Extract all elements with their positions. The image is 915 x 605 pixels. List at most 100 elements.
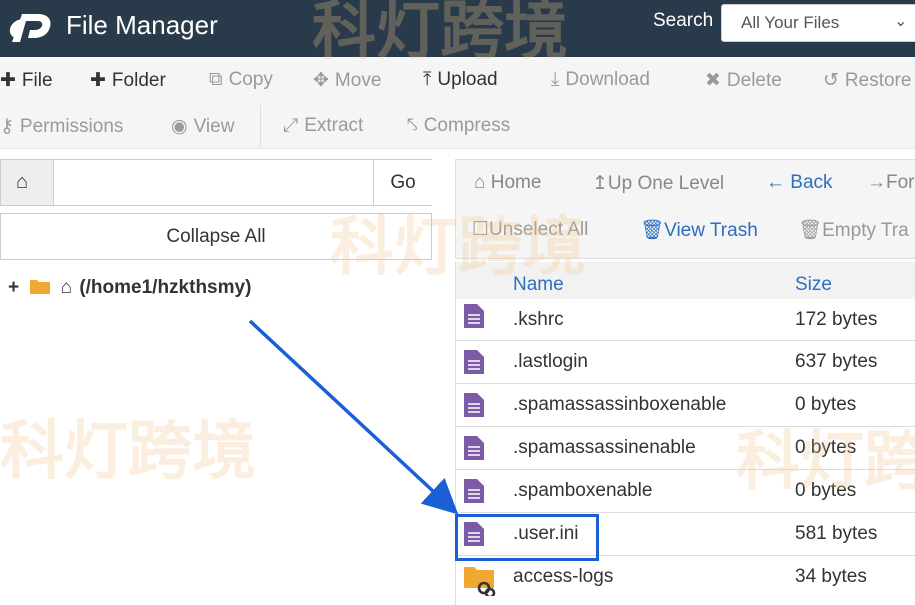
home-icon: ⌂ <box>474 172 486 193</box>
checkbox-icon: ☐ <box>472 219 490 240</box>
file-icon <box>464 304 484 328</box>
back-button[interactable]: ← Back <box>766 172 833 194</box>
top-header: File Manager Search All Your Files ⌄ <box>0 0 915 57</box>
search-scope-value: All Your Files <box>741 13 840 32</box>
file-name: .lastlogin <box>513 351 588 372</box>
copy-icon: ⧉ <box>209 69 223 90</box>
key-icon: ⚷ <box>0 116 14 137</box>
tree-root-label: (/home1/hzkthsmy) <box>79 277 252 298</box>
file-name: .kshrc <box>513 309 564 330</box>
toolbar-secondary: ⚷ Permissions ◉ View ⤢ Extract ⤣ Compress <box>0 103 915 149</box>
delete-icon: ✖ <box>705 70 721 91</box>
move-button[interactable]: ✥ Move <box>313 69 381 92</box>
file-size: 0 bytes <box>795 394 857 415</box>
move-label: Move <box>334 70 382 91</box>
table-row[interactable]: .spamboxenable 0 bytes <box>455 470 915 513</box>
view-trash-label: View Trash <box>664 220 758 241</box>
trash-icon: 🗑 <box>640 220 665 241</box>
home-icon: ⌂ <box>60 277 73 298</box>
app-title: File Manager <box>66 10 218 40</box>
upload-label: Upload <box>437 69 498 90</box>
table-row[interactable]: .kshrc 172 bytes <box>455 299 915 341</box>
expand-icon: ⤢ <box>283 115 299 136</box>
nav-toolbar: ⌂ Home ↥Up One Level ← Back →For ☐Unsele… <box>455 159 915 259</box>
file-icon <box>464 436 484 460</box>
download-button[interactable]: ⤓ Download <box>551 69 650 91</box>
unselect-all-label: Unselect All <box>489 219 589 240</box>
arrow-left-icon: ← <box>766 172 785 193</box>
compress-button[interactable]: ⤣ Compress <box>407 115 510 137</box>
search-label: Search <box>653 10 714 31</box>
search-scope-select[interactable]: All Your Files ⌄ <box>721 4 915 42</box>
file-size: 172 bytes <box>795 309 878 330</box>
table-row[interactable]: access-logs 34 bytes <box>455 556 915 605</box>
move-icon: ✥ <box>313 70 329 91</box>
file-icon <box>464 479 484 503</box>
copy-label: Copy <box>228 69 273 90</box>
file-name: access-logs <box>513 566 614 587</box>
file-size: 0 bytes <box>795 480 857 501</box>
restore-label: Restore <box>844 70 912 91</box>
copy-button[interactable]: ⧉ Copy <box>209 69 273 91</box>
new-file-label: File <box>21 70 53 91</box>
upload-icon: ⤒ <box>423 69 432 90</box>
go-button[interactable]: Go <box>373 160 432 205</box>
table-row[interactable]: .spamassassinboxenable 0 bytes <box>455 384 915 427</box>
expand-icon[interactable]: + <box>8 277 24 299</box>
path-bar: ⌂ Go <box>0 159 432 206</box>
tree-root-item[interactable]: + ⌂ (/home1/hzkthsmy) <box>8 277 251 299</box>
plus-icon: ✚ <box>90 70 106 91</box>
file-icon <box>464 350 484 374</box>
watermark: 科灯跨境 <box>0 415 256 489</box>
toolbar-primary: ✚ File ✚ Folder ⧉ Copy ✥ Move ⤒ Upload ⤓ Downl… <box>0 57 915 103</box>
new-file-button[interactable]: ✚ File <box>0 69 53 92</box>
restore-button[interactable]: ↺ Restore <box>823 69 911 92</box>
table-row[interactable]: .spamassassinenable 0 bytes <box>455 427 915 470</box>
view-button[interactable]: ◉ View <box>171 115 234 138</box>
restore-icon: ↺ <box>823 70 839 91</box>
new-folder-label: Folder <box>111 70 166 91</box>
delete-label: Delete <box>726 70 782 91</box>
path-home-button[interactable]: ⌂ <box>1 160 54 205</box>
column-header-name[interactable]: Name <box>513 274 564 296</box>
file-size: 34 bytes <box>795 566 867 587</box>
eye-icon: ◉ <box>171 116 188 137</box>
arrow-right-icon: → <box>867 172 886 193</box>
table-row[interactable]: .lastlogin 637 bytes <box>455 341 915 384</box>
up-one-level-label: Up One Level <box>607 173 725 194</box>
unselect-all-button[interactable]: ☐Unselect All <box>472 218 588 241</box>
folder-link-icon <box>464 567 496 596</box>
compress-label: Compress <box>423 115 511 136</box>
permissions-label: Permissions <box>19 116 124 137</box>
path-input[interactable] <box>54 160 372 205</box>
folder-icon <box>30 280 51 294</box>
back-label: Back <box>790 172 833 193</box>
cpanel-logo[interactable] <box>8 10 54 44</box>
collapse-all-button[interactable]: Collapse All <box>0 213 432 260</box>
file-name: .spamassassinboxenable <box>513 394 727 415</box>
empty-trash-button[interactable]: 🗑Empty Tra <box>798 218 909 242</box>
extract-label: Extract <box>304 115 364 136</box>
home-button[interactable]: ⌂ Home <box>474 172 541 194</box>
file-name: .spamboxenable <box>513 480 653 501</box>
chevron-down-icon: ⌄ <box>894 13 908 30</box>
file-size: 637 bytes <box>795 351 878 372</box>
new-folder-button[interactable]: ✚ Folder <box>90 69 166 92</box>
up-one-level-button[interactable]: ↥Up One Level <box>592 172 724 195</box>
arrow-up-icon: ↥ <box>592 173 608 194</box>
compress-icon: ⤣ <box>407 115 418 136</box>
file-name: .spamassassinenable <box>513 437 696 458</box>
column-header-size[interactable]: Size <box>795 274 832 296</box>
trash-icon: 🗑 <box>798 220 823 241</box>
permissions-button[interactable]: ⚷ Permissions <box>0 115 123 138</box>
home-icon: ⌂ <box>16 171 29 193</box>
delete-button[interactable]: ✖ Delete <box>705 69 782 92</box>
empty-trash-label: Empty Tra <box>822 220 909 241</box>
upload-button[interactable]: ⤒ Upload <box>423 69 498 91</box>
forward-button[interactable]: →For <box>867 172 915 194</box>
extract-button[interactable]: ⤢ Extract <box>283 115 363 137</box>
forward-label: For <box>886 172 915 193</box>
download-label: Download <box>565 69 650 90</box>
plus-icon: ✚ <box>0 70 16 91</box>
view-trash-button[interactable]: 🗑View Trash <box>640 218 758 242</box>
